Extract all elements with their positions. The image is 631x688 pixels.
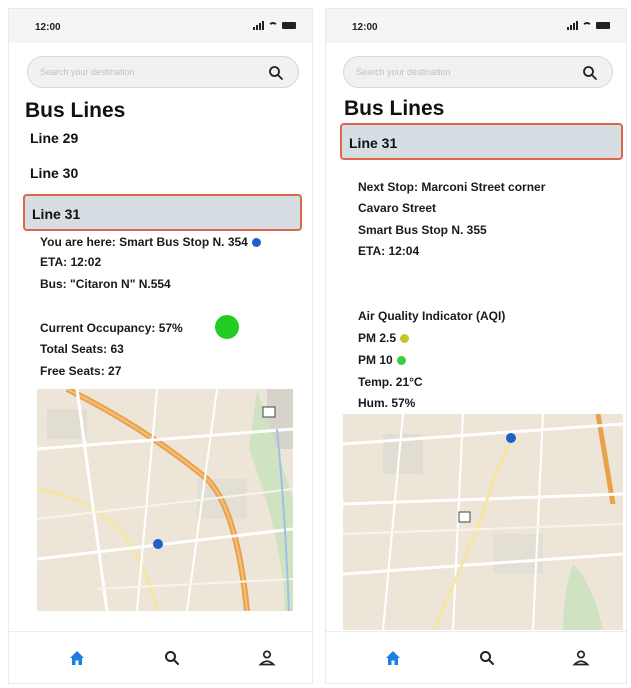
search-input[interactable]: Search your destination (343, 56, 613, 88)
next-stop-street: Cavaro Street (358, 201, 437, 215)
map[interactable] (343, 414, 623, 630)
phone-screen-right: 12:00 Search your destination Bus Lines … (325, 8, 627, 684)
line-label: Line 31 (349, 135, 398, 151)
pm10-label: PM 10 (358, 353, 393, 367)
line-item-31-selected[interactable]: Line 31 (340, 123, 623, 160)
signal-icon (567, 21, 578, 30)
pm25-row: PM 2.5 (358, 331, 410, 345)
pm25-label: PM 2.5 (358, 331, 397, 345)
location-dot-icon (251, 238, 261, 248)
search-icon[interactable] (268, 65, 284, 81)
aqi-title: Air Quality Indicator (AQI) (358, 309, 506, 323)
line-item-29[interactable]: Line 29 (30, 130, 78, 146)
bus-info: Bus: "Citaron N" N.554 (40, 277, 171, 291)
pm25-indicator-icon (400, 334, 410, 344)
status-time: 12:00 (352, 22, 378, 33)
profile-icon[interactable] (571, 648, 591, 668)
current-location: You are here: Smart Bus Stop N. 354 (40, 235, 261, 249)
map-image[interactable] (343, 414, 623, 630)
temperature: Temp. 21°C (358, 375, 423, 389)
occupancy: Current Occupancy: 57% (40, 321, 183, 335)
signal-icon (253, 21, 264, 30)
occupancy-indicator-icon (215, 315, 239, 339)
next-stop: Next Stop: Marconi Street corner (358, 180, 546, 194)
page-title: Bus Lines (25, 99, 126, 122)
eta: ETA: 12:02 (40, 255, 102, 269)
current-location-text: You are here: Smart Bus Stop N. 354 (40, 235, 248, 249)
status-bar: 12:00 (326, 9, 626, 43)
free-seats: Free Seats: 27 (40, 364, 122, 378)
line-item-30[interactable]: Line 30 (30, 165, 78, 181)
line-item-31-selected[interactable]: Line 31 (23, 194, 302, 231)
status-icons (253, 21, 296, 30)
wifi-icon (582, 21, 592, 30)
total-seats: Total Seats: 63 (40, 342, 124, 356)
tab-bar (326, 631, 626, 683)
search-placeholder: Search your destination (356, 67, 451, 77)
battery-icon (282, 22, 296, 29)
line-label: Line 31 (32, 206, 81, 222)
humidity: Hum. 57% (358, 396, 416, 410)
search-icon[interactable] (162, 648, 182, 668)
phone-screen-left: 12:00 Search your destination Bus Lines … (8, 8, 313, 684)
page-title: Bus Lines (344, 97, 445, 120)
status-bar: 12:00 (9, 9, 312, 43)
home-icon[interactable] (383, 648, 403, 668)
search-placeholder: Search your destination (40, 67, 135, 77)
profile-icon[interactable] (257, 648, 277, 668)
next-stop-number: Smart Bus Stop N. 355 (358, 223, 487, 237)
search-icon[interactable] (477, 648, 497, 668)
search-icon[interactable] (582, 65, 598, 81)
status-icons (567, 21, 610, 30)
battery-icon (596, 22, 610, 29)
map-image[interactable] (37, 389, 293, 611)
pm10-indicator-icon (396, 356, 406, 366)
pm10-row: PM 10 (358, 353, 406, 367)
wifi-icon (268, 21, 278, 30)
home-icon[interactable] (67, 648, 87, 668)
map[interactable] (37, 389, 293, 611)
eta: ETA: 12:04 (358, 244, 420, 258)
tab-bar (9, 631, 312, 683)
search-input[interactable]: Search your destination (27, 56, 299, 88)
status-time: 12:00 (35, 22, 61, 33)
